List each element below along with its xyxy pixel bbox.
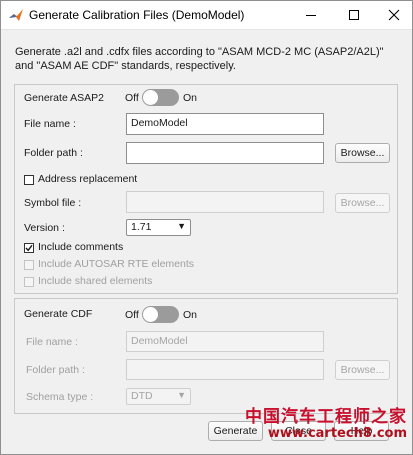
checkmark-icon — [25, 244, 33, 252]
include-comments-checkbox[interactable] — [24, 243, 34, 253]
close-button[interactable]: Close — [271, 421, 326, 441]
schema-type-label: Schema type : — [26, 391, 94, 403]
file-name-input[interactable]: DemoModel — [126, 113, 324, 135]
include-autosar-label: Include AUTOSAR RTE elements — [38, 258, 195, 270]
matlab-icon — [9, 9, 23, 21]
asap2-toggle-off-label: Off — [125, 92, 139, 104]
minimize-icon — [306, 15, 316, 16]
symbol-file-label: Symbol file : — [24, 197, 82, 209]
title-bar: Generate Calibration Files (DemoModel) — [1, 1, 412, 30]
include-autosar-checkbox[interactable] — [24, 260, 34, 270]
asap2-toggle-on-label: On — [183, 92, 198, 104]
maximize-button[interactable] — [337, 1, 371, 29]
toggle-knob — [143, 307, 158, 322]
maximize-icon — [349, 10, 359, 20]
chevron-down-icon: ▼ — [177, 390, 186, 400]
schema-type-select[interactable]: DTD ▼ — [126, 388, 191, 405]
toggle-knob — [143, 90, 158, 105]
close-icon — [388, 9, 400, 21]
include-shared-label: Include shared elements — [38, 275, 153, 287]
include-shared-checkbox[interactable] — [24, 277, 34, 287]
folder-path-label: Folder path : — [24, 147, 83, 159]
cdf-toggle-switch[interactable] — [142, 306, 179, 323]
folder-browse-button[interactable]: Browse... — [335, 143, 390, 163]
file-name-label: File name : — [24, 118, 76, 130]
description-text: Generate .a2l and .cdfx files according … — [15, 46, 384, 72]
cdf-file-name-input[interactable]: DemoModel — [126, 331, 324, 352]
version-value: 1.71 — [131, 221, 152, 233]
cdf-toggle-on-label: On — [183, 309, 198, 321]
window-title: Generate Calibration Files (DemoModel) — [29, 8, 245, 22]
address-replacement-label: Address replacement — [38, 173, 138, 185]
address-replacement-checkbox[interactable] — [24, 175, 34, 185]
cdf-file-name-label: File name : — [26, 336, 78, 348]
cdf-panel: Generate CDF Off On File name : DemoMode… — [14, 298, 398, 414]
generate-button[interactable]: Generate — [208, 421, 263, 441]
cdf-browse-button[interactable]: Browse... — [335, 360, 390, 380]
version-label: Version : — [24, 222, 65, 234]
help-button[interactable]: Help — [334, 421, 389, 441]
minimize-button[interactable] — [294, 1, 328, 29]
close-window-button[interactable] — [377, 1, 411, 29]
chevron-down-icon: ▼ — [177, 221, 186, 231]
asap2-panel: Generate ASAP2 Off On File name : DemoMo… — [14, 84, 398, 294]
version-select[interactable]: 1.71 ▼ — [126, 219, 191, 236]
cdf-toggle-off-label: Off — [125, 309, 139, 321]
cdf-folder-path-input[interactable] — [126, 359, 324, 380]
cdf-header: Generate CDF — [24, 308, 93, 320]
folder-path-input[interactable] — [126, 142, 324, 164]
asap2-header: Generate ASAP2 — [24, 92, 104, 104]
symbol-browse-button[interactable]: Browse... — [335, 193, 390, 213]
include-comments-label: Include comments — [38, 241, 124, 253]
cdf-folder-path-label: Folder path : — [26, 364, 85, 376]
schema-type-value: DTD — [131, 390, 153, 402]
dialog-content: Generate .a2l and .cdfx files according … — [1, 30, 412, 454]
symbol-file-input[interactable] — [126, 191, 324, 213]
asap2-toggle-switch[interactable] — [142, 89, 179, 106]
dialog-window: Generate Calibration Files (DemoModel) G… — [0, 0, 413, 455]
